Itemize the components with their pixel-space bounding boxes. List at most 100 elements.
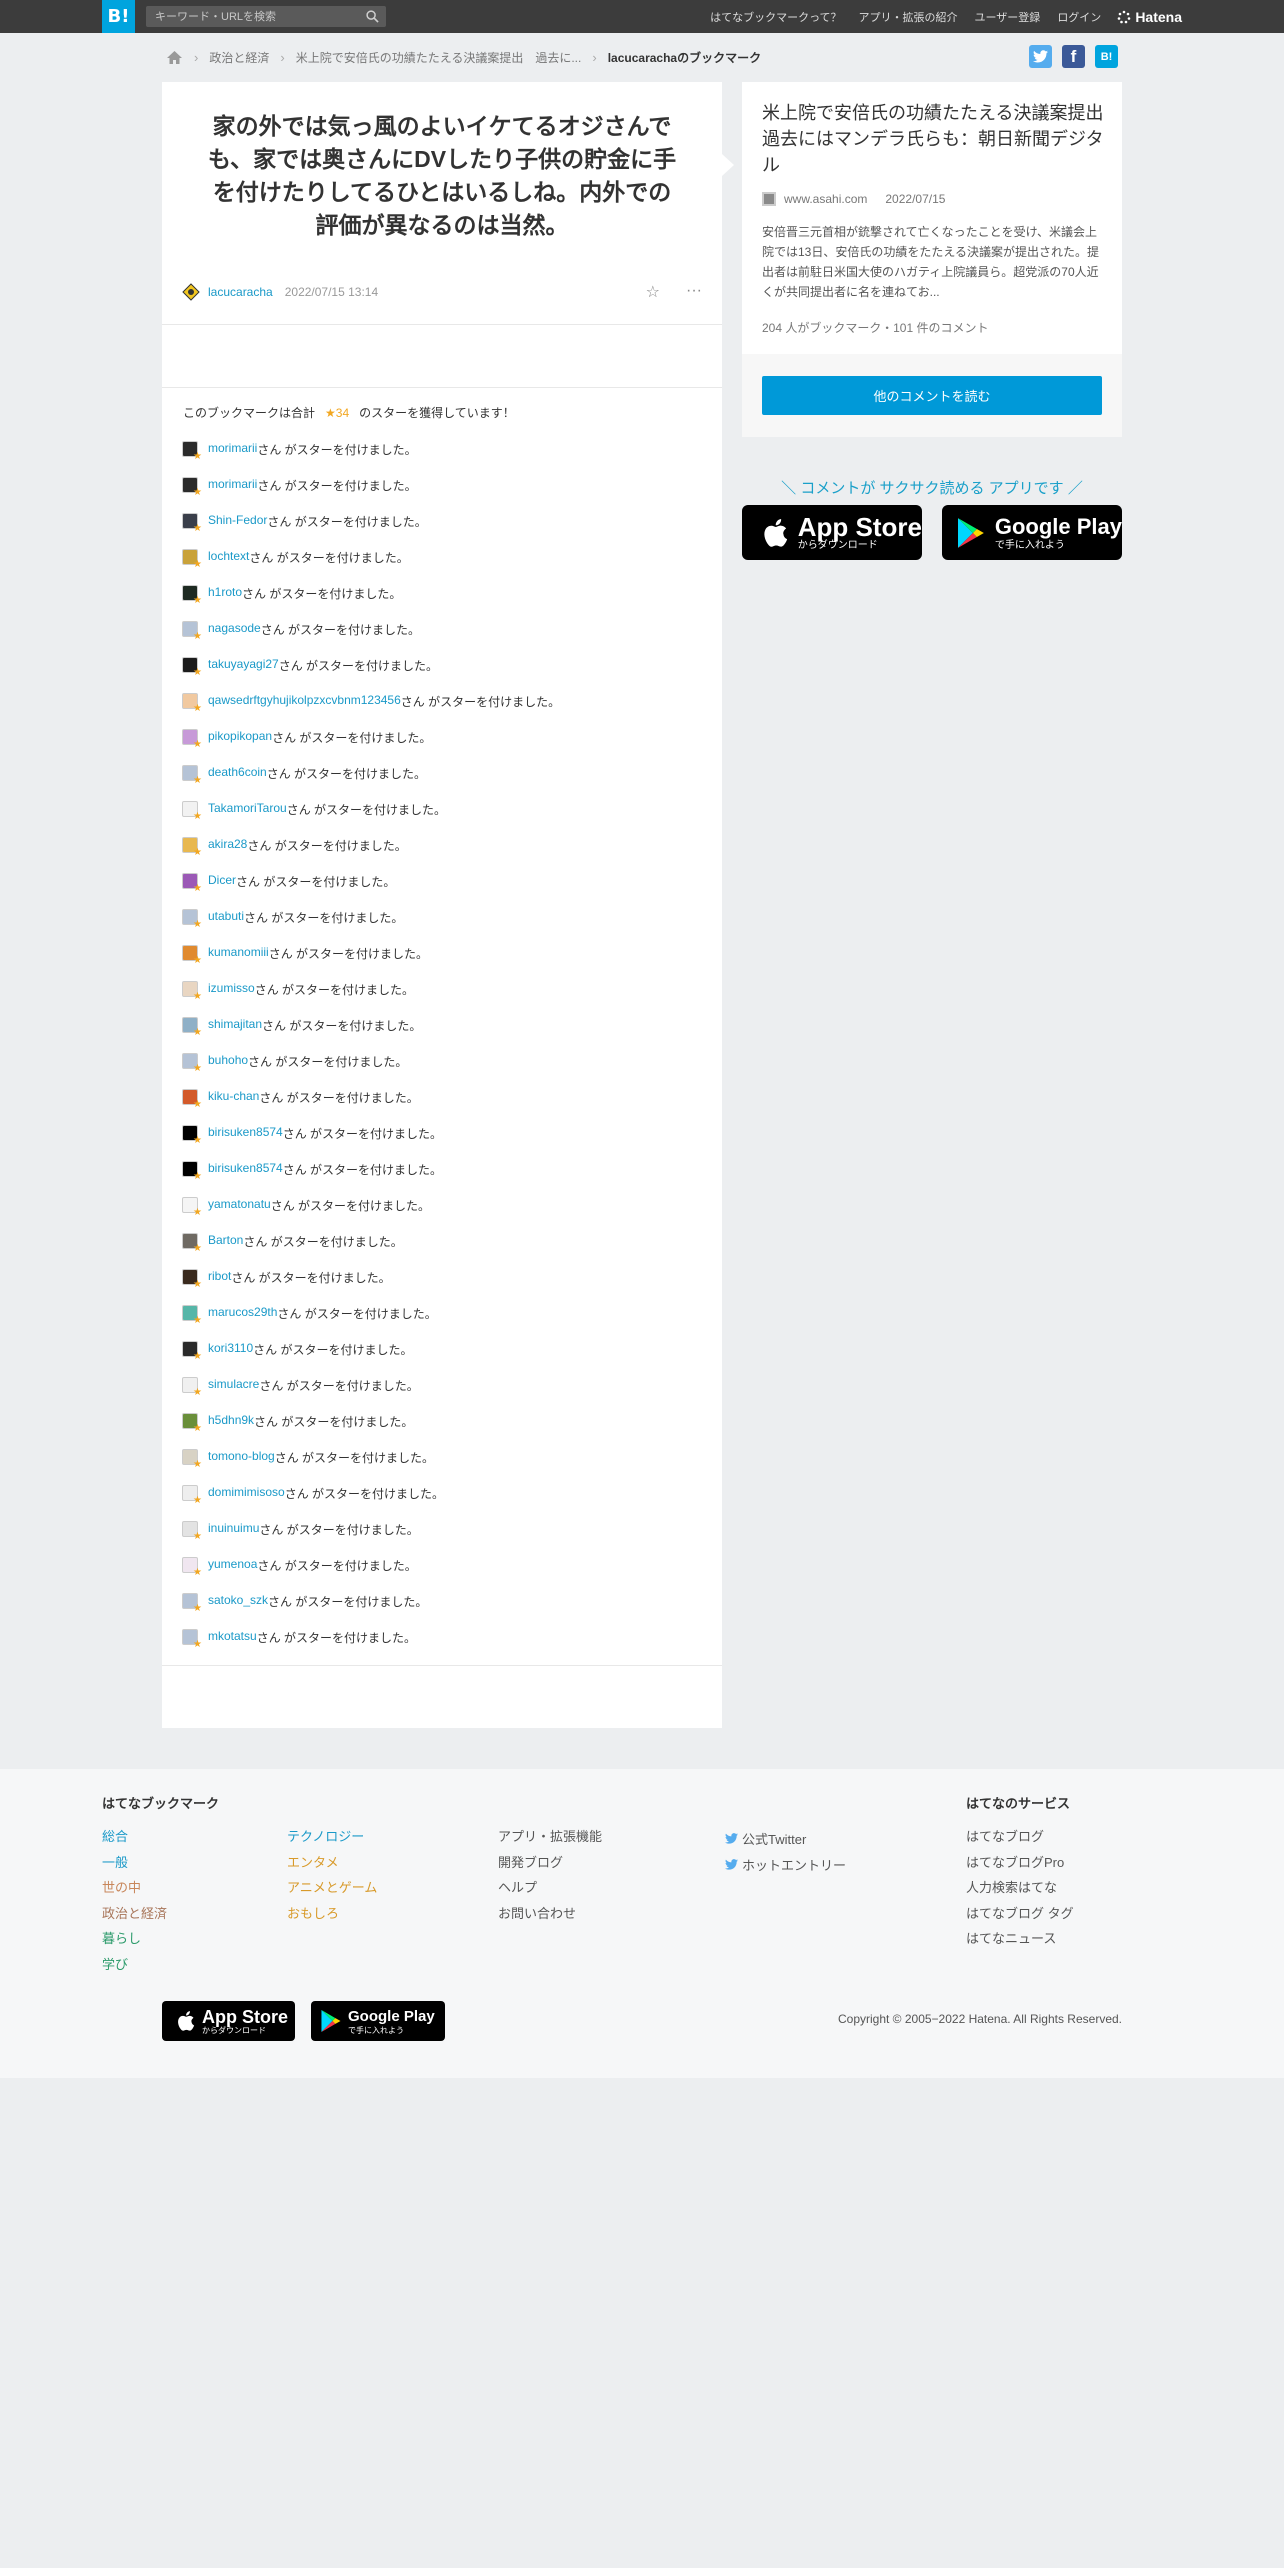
star-user-name[interactable]: mkotatsu	[208, 1629, 257, 1643]
footer-link-qa[interactable]: 人力検索はてな	[966, 1877, 1074, 1903]
star-user-name[interactable]: Barton	[208, 1233, 243, 1247]
star-user-name[interactable]: domimimisoso	[208, 1485, 285, 1499]
star-user-name[interactable]: simulacre	[208, 1377, 259, 1391]
star-user-name[interactable]: birisuken8574	[208, 1125, 283, 1139]
nav-register[interactable]: ユーザー登録	[975, 9, 1041, 25]
entry-bookmark-count[interactable]: 204 人がブックマーク・101 件のコメント	[762, 319, 988, 336]
star-user-name[interactable]: kiku-chan	[208, 1089, 259, 1103]
user-avatar[interactable]: ★	[182, 1233, 202, 1254]
footer-link-help[interactable]: ヘルプ	[498, 1877, 602, 1903]
user-avatar[interactable]: ★	[182, 873, 202, 894]
footer-link-social[interactable]: 世の中	[102, 1877, 219, 1903]
user-avatar[interactable]: ★	[182, 1017, 202, 1038]
user-avatar[interactable]: ★	[182, 765, 202, 786]
user-avatar[interactable]: ★	[182, 1629, 202, 1650]
user-avatar[interactable]: ★	[182, 549, 202, 570]
star-user-name[interactable]: morimarii	[208, 441, 257, 455]
twitter-share-button[interactable]	[1029, 45, 1052, 68]
star-user-name[interactable]: death6coin	[208, 765, 267, 779]
footer-link-devblog[interactable]: 開発ブログ	[498, 1852, 602, 1878]
facebook-share-button[interactable]: f	[1062, 45, 1085, 68]
footer-link-economics[interactable]: 政治と経済	[102, 1903, 219, 1929]
user-avatar[interactable]: ★	[182, 1161, 202, 1182]
nav-about[interactable]: はてなブックマークって？	[710, 9, 841, 25]
user-avatar[interactable]: ★	[182, 1305, 202, 1326]
star-user-name[interactable]: takuyayagi27	[208, 657, 279, 671]
footer-link-game[interactable]: アニメとゲーム	[287, 1877, 377, 1903]
star-user-name[interactable]: inuinuimu	[208, 1521, 259, 1535]
user-avatar[interactable]: ★	[182, 1125, 202, 1146]
read-more-comments-button[interactable]: 他のコメントを読む	[762, 376, 1102, 415]
footer-link-all[interactable]: 総合	[102, 1826, 219, 1852]
footer-link-it[interactable]: テクノロジー	[287, 1826, 377, 1852]
star-user-name[interactable]: kumanomiii	[208, 945, 269, 959]
star-user-name[interactable]: morimarii	[208, 477, 257, 491]
app-store-button[interactable]: App Store からダウンロード	[742, 505, 922, 560]
user-avatar[interactable]: ★	[182, 1377, 202, 1398]
footer-link-blog-tag[interactable]: はてなブログ タグ	[966, 1903, 1074, 1929]
breadcrumb-category[interactable]: 政治と経済	[209, 49, 269, 66]
entry-title[interactable]: 米上院で安倍氏の功績たたえる決議案提出 過去にはマンデラ氏らも：朝日新聞デジタル	[762, 100, 1121, 178]
footer-link-hotentry-twitter[interactable]: ホットエントリー	[725, 1852, 846, 1878]
star-user-name[interactable]: Shin-Fedor	[208, 513, 267, 527]
star-user-name[interactable]: buhoho	[208, 1053, 248, 1067]
star-user-name[interactable]: utabuti	[208, 909, 244, 923]
footer-link-life[interactable]: 暮らし	[102, 1928, 219, 1954]
user-avatar[interactable]: ★	[182, 693, 202, 714]
user-avatar[interactable]: ★	[182, 1449, 202, 1470]
user-avatar[interactable]: ★	[182, 513, 202, 534]
user-avatar[interactable]: ★	[182, 1521, 202, 1542]
footer-link-general[interactable]: 一般	[102, 1852, 219, 1878]
star-user-name[interactable]: yumenoa	[208, 1557, 257, 1571]
user-avatar[interactable]: ★	[182, 945, 202, 966]
star-user-name[interactable]: satoko_szk	[208, 1593, 268, 1607]
star-user-name[interactable]: Dicer	[208, 873, 236, 887]
star-user-name[interactable]: qawsedrftgyhujikolpzxcvbnm123456	[208, 693, 401, 707]
bookmark-user[interactable]: lacucaracha	[208, 285, 273, 299]
footer-link-blog[interactable]: はてなブログ	[966, 1826, 1074, 1852]
star-user-name[interactable]: izumisso	[208, 981, 255, 995]
google-play-button[interactable]: Google Play で手に入れよう	[942, 505, 1122, 560]
add-star-icon[interactable]: ☆	[646, 282, 660, 302]
hatena-share-button[interactable]: B!	[1095, 45, 1118, 68]
more-icon[interactable]: ···	[686, 282, 702, 302]
hatena-bookmark-logo[interactable]: B!	[102, 0, 135, 33]
search-input[interactable]	[146, 6, 356, 27]
user-avatar[interactable]: ★	[182, 477, 202, 498]
star-user-name[interactable]: marucos29th	[208, 1305, 277, 1319]
entry-domain[interactable]: www.asahi.com	[784, 192, 867, 206]
user-avatar[interactable]: ★	[182, 837, 202, 858]
footer-link-twitter[interactable]: 公式Twitter	[725, 1826, 846, 1852]
user-avatar[interactable]: ★	[182, 621, 202, 642]
star-user-name[interactable]: yamatonatu	[208, 1197, 271, 1211]
breadcrumb-entry[interactable]: 米上院で安倍氏の功績たたえる決議案提出 過去に...	[296, 49, 582, 66]
user-avatar[interactable]: ★	[182, 1269, 202, 1290]
star-user-name[interactable]: nagasode	[208, 621, 261, 635]
footer-google-play-button[interactable]: Google Play で手に入れよう	[311, 2001, 445, 2041]
user-avatar[interactable]: ★	[182, 1593, 202, 1614]
user-avatar[interactable]: ★	[182, 1341, 202, 1362]
star-user-name[interactable]: ribot	[208, 1269, 231, 1283]
star-user-name[interactable]: h5dhn9k	[208, 1413, 254, 1427]
star-user-name[interactable]: lochtext	[208, 549, 249, 563]
nav-apps[interactable]: アプリ・拡張の紹介	[859, 9, 958, 25]
user-avatar[interactable]: ★	[182, 1557, 202, 1578]
user-avatar[interactable]: ★	[182, 585, 202, 606]
star-user-name[interactable]: h1roto	[208, 585, 242, 599]
search-icon[interactable]	[366, 10, 379, 23]
user-avatar[interactable]	[182, 283, 200, 301]
user-avatar[interactable]: ★	[182, 1485, 202, 1506]
nav-login[interactable]: ログイン	[1057, 9, 1101, 25]
footer-link-apps[interactable]: アプリ・拡張機能	[498, 1826, 602, 1852]
hatena-brand-link[interactable]: Hatena	[1117, 9, 1182, 25]
footer-link-knowledge[interactable]: 学び	[102, 1954, 219, 1980]
footer-link-contact[interactable]: お問い合わせ	[498, 1903, 602, 1929]
user-avatar[interactable]: ★	[182, 441, 202, 462]
star-user-name[interactable]: TakamoriTarou	[208, 801, 287, 815]
user-avatar[interactable]: ★	[182, 801, 202, 822]
footer-app-store-button[interactable]: App Store からダウンロード	[162, 2001, 295, 2041]
footer-link-entertainment[interactable]: エンタメ	[287, 1852, 377, 1878]
star-user-name[interactable]: tomono-blog	[208, 1449, 275, 1463]
star-user-name[interactable]: akira28	[208, 837, 247, 851]
user-avatar[interactable]: ★	[182, 657, 202, 678]
